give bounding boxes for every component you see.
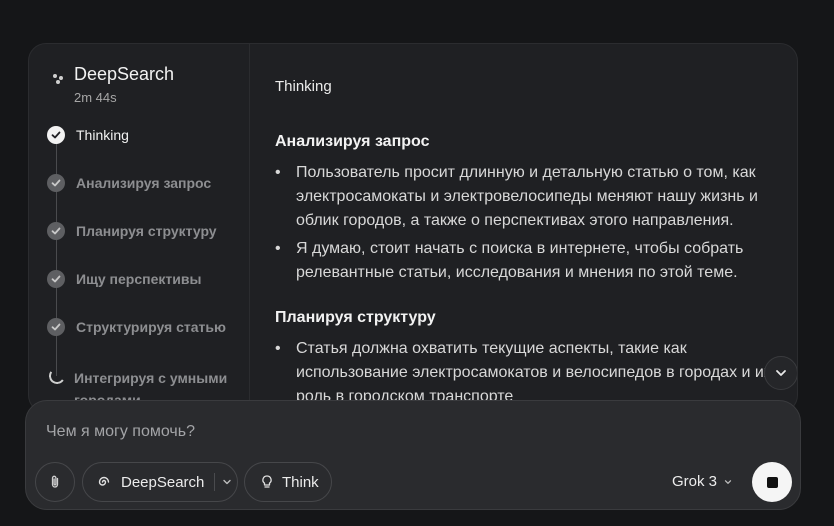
thinking-content: Thinking Анализируя запрос Пользователь … bbox=[251, 44, 797, 412]
loading-spinner-icon bbox=[47, 366, 67, 386]
chevron-down-icon[interactable] bbox=[221, 476, 233, 488]
stop-generation-button[interactable] bbox=[752, 462, 792, 502]
attach-button[interactable] bbox=[35, 462, 75, 502]
steps-connector-line bbox=[56, 136, 57, 376]
scroll-down-button[interactable] bbox=[764, 356, 797, 390]
check-icon bbox=[47, 222, 65, 240]
message-input[interactable]: Чем я могу помочь? bbox=[46, 423, 195, 441]
deepsearch-title: DeepSearch bbox=[74, 64, 175, 84]
deepsearch-button-label: DeepSearch bbox=[121, 473, 205, 491]
bullet-item: Пользователь просит длинную и детальную … bbox=[275, 161, 785, 233]
model-selector[interactable]: Grok 3 bbox=[672, 473, 733, 490]
step-label: Ищу перспективы bbox=[76, 271, 202, 287]
think-button[interactable]: Think bbox=[244, 462, 332, 502]
bullet-item: Статья должна охватить текущие аспекты, … bbox=[275, 337, 785, 409]
deepsearch-dots-icon bbox=[53, 74, 67, 86]
section-bullets: Пользователь просит длинную и детальную … bbox=[275, 161, 785, 289]
pill-divider bbox=[214, 473, 216, 491]
elapsed-time: 2m 44s bbox=[74, 90, 117, 105]
stop-square-icon bbox=[766, 476, 778, 488]
deepsearch-sidebar: DeepSearch 2m 44s Thinking Анализируя за… bbox=[29, 44, 250, 412]
message-composer: Чем я могу помочь? DeepSearch Think Grok… bbox=[25, 400, 801, 510]
deepsearch-swirl-icon bbox=[98, 476, 110, 486]
step-label: Структурируя статью bbox=[76, 319, 226, 335]
bullet-item: Я думаю, стоит начать с поиска в интерне… bbox=[275, 237, 785, 285]
chevron-down-icon bbox=[776, 370, 786, 376]
model-label: Grok 3 bbox=[672, 473, 718, 490]
content-heading: Thinking bbox=[275, 78, 332, 95]
section-title: Анализируя запрос bbox=[275, 133, 430, 150]
check-icon bbox=[47, 318, 65, 336]
chevron-down-icon bbox=[724, 479, 732, 484]
think-button-label: Think bbox=[282, 473, 319, 491]
check-icon bbox=[47, 270, 65, 288]
deepsearch-panel: DeepSearch 2m 44s Thinking Анализируя за… bbox=[28, 43, 798, 413]
section-title: Планируя структуру bbox=[275, 309, 436, 326]
step-label: Анализируя запрос bbox=[76, 175, 212, 191]
lightbulb-icon bbox=[262, 475, 272, 488]
check-icon bbox=[47, 174, 65, 192]
step-label: Планируя структуру bbox=[76, 223, 217, 239]
check-icon bbox=[47, 126, 65, 144]
step-label: Thinking bbox=[76, 127, 129, 143]
deepsearch-button[interactable]: DeepSearch bbox=[82, 462, 238, 502]
paperclip-icon bbox=[51, 475, 59, 488]
